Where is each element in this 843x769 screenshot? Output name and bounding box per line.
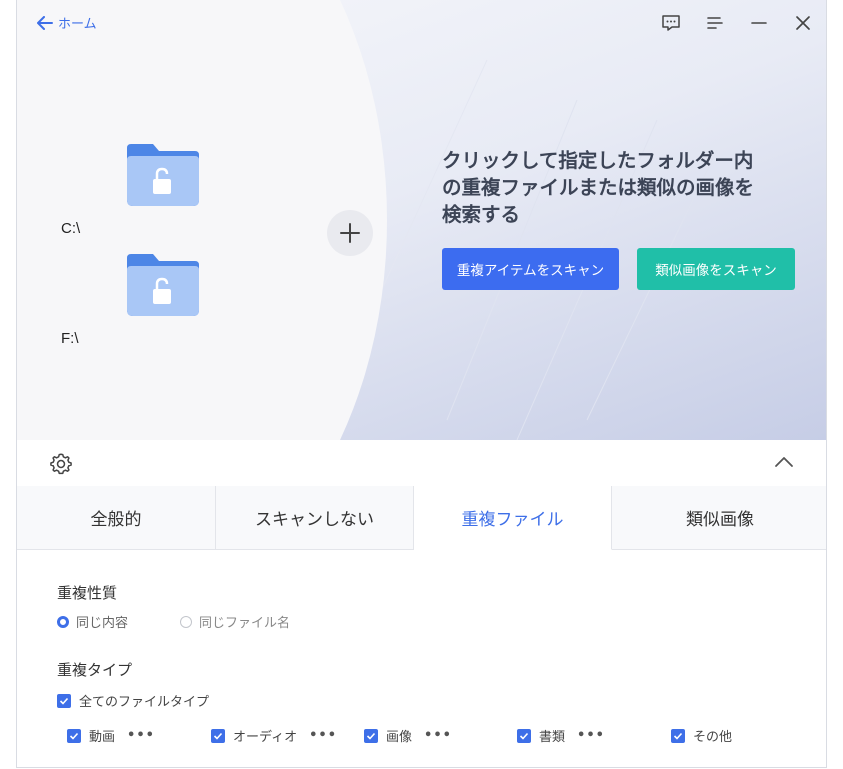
more-options-icon[interactable]: ••• — [424, 728, 452, 743]
duplicate-nature-title: 重複性質 — [57, 584, 118, 602]
tab-scan-exclusions[interactable]: スキャンしない — [216, 486, 414, 550]
drive-c[interactable]: C:\ — [57, 140, 207, 240]
gear-icon[interactable] — [48, 451, 74, 477]
checkbox-label: 全てのファイルタイプ — [79, 695, 210, 710]
headline-line: 検索する — [442, 203, 521, 226]
hero-panel: ホーム C:\ F:\ クリックして指定したフォルダー内 の重複ファイルまたは類… — [17, 0, 826, 440]
locked-folder-icon — [127, 144, 199, 206]
headline-line: の重複ファイルまたは類似の画像を — [442, 176, 755, 199]
checkbox-checked-icon — [211, 728, 225, 743]
radio-label: 同じ内容 — [76, 616, 129, 631]
more-options-icon[interactable]: ••• — [127, 728, 155, 743]
drive-label: F:\ — [61, 330, 79, 347]
checkbox-video[interactable]: 動画 ••• — [67, 726, 155, 745]
checkbox-label: 動画 — [89, 730, 116, 745]
more-options-icon[interactable]: ••• — [577, 728, 605, 743]
radio-same-filename[interactable]: 同じファイル名 — [180, 612, 290, 631]
close-icon[interactable] — [792, 12, 814, 34]
checkbox-audio[interactable]: オーディオ ••• — [211, 726, 337, 745]
more-options-icon[interactable]: ••• — [309, 728, 337, 743]
checkbox-checked-icon — [67, 728, 81, 743]
checkbox-documents[interactable]: 書類 ••• — [517, 726, 605, 745]
chevron-up-icon[interactable] — [774, 456, 794, 468]
drive-f[interactable]: F:\ — [57, 250, 207, 350]
checkbox-label: オーディオ — [233, 730, 298, 745]
settings-bar — [17, 440, 826, 487]
checkbox-other[interactable]: その他 — [671, 726, 732, 745]
checkbox-label: その他 — [693, 730, 733, 745]
radio-selected-icon — [57, 615, 69, 628]
scan-duplicates-button[interactable]: 重複アイテムをスキャン — [442, 248, 619, 290]
radio-same-content[interactable]: 同じ内容 — [57, 612, 128, 631]
checkbox-images[interactable]: 画像 ••• — [364, 726, 452, 745]
tab-general[interactable]: 全般的 — [17, 486, 216, 550]
checkbox-checked-icon — [57, 693, 71, 708]
checkbox-label: 画像 — [386, 730, 413, 745]
checkbox-checked-icon — [671, 728, 685, 743]
tab-similar-images[interactable]: 類似画像 — [612, 486, 826, 550]
scan-similar-images-button[interactable]: 類似画像をスキャン — [637, 248, 795, 290]
drive-label: C:\ — [61, 220, 81, 237]
checkbox-label: 書類 — [539, 730, 566, 745]
arrow-left-icon — [37, 15, 53, 30]
back-home-label: ホーム — [58, 17, 97, 32]
back-home-link[interactable]: ホーム — [37, 13, 97, 32]
plus-icon — [340, 223, 360, 243]
minimize-icon[interactable] — [748, 12, 770, 34]
checkbox-all-file-types[interactable]: 全てのファイルタイプ — [57, 691, 209, 710]
settings-tabs: 全般的 スキャンしない 重複ファイル 類似画像 — [17, 486, 826, 550]
add-folder-button[interactable] — [327, 210, 373, 256]
hero-headline: クリックして指定したフォルダー内 の重複ファイルまたは類似の画像を 検索する — [442, 147, 802, 228]
window-controls — [660, 12, 814, 34]
radio-label: 同じファイル名 — [199, 616, 291, 631]
locked-folder-icon — [127, 254, 199, 316]
menu-icon[interactable] — [704, 12, 726, 34]
radio-unselected-icon — [180, 615, 192, 628]
checkbox-checked-icon — [517, 728, 531, 743]
app-window: ホーム C:\ F:\ クリックして指定したフォルダー内 の重複ファイルまたは類… — [16, 0, 827, 768]
tab-duplicate-files[interactable]: 重複ファイル — [414, 486, 612, 550]
feedback-icon[interactable] — [660, 12, 682, 34]
checkbox-checked-icon — [364, 728, 378, 743]
headline-line: クリックして指定したフォルダー内 — [442, 149, 754, 172]
duplicate-type-title: 重複タイプ — [57, 661, 133, 679]
